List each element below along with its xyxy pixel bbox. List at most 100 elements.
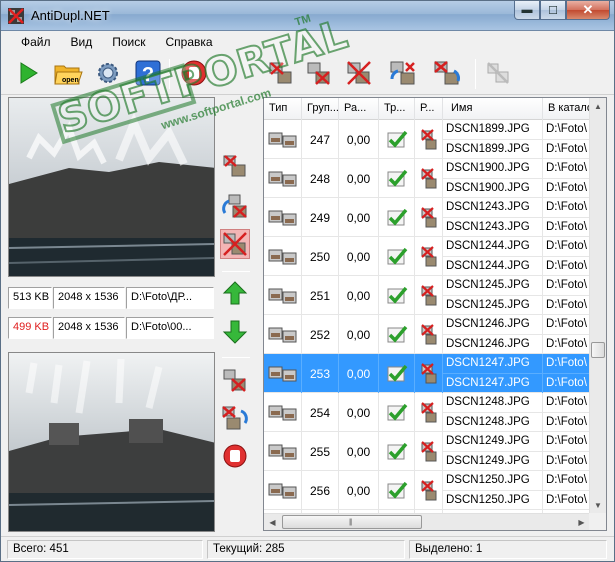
checkmark-icon	[387, 169, 407, 187]
scroll-up-icon[interactable]: ▲	[590, 98, 606, 115]
cell-directories: D:\Foto\ D:\Foto\	[543, 354, 594, 393]
image-pair-icon	[268, 288, 296, 303]
menu-view[interactable]: Вид	[63, 32, 105, 53]
title-bar[interactable]: AntiDupl.NET ▬ ☐ ✕	[1, 1, 614, 31]
menu-search[interactable]: Поиск	[104, 32, 157, 53]
first-file-directory: D:\Foto\	[543, 276, 593, 296]
scroll-down-icon[interactable]: ▼	[590, 497, 606, 514]
column-header-difference[interactable]: Ра...	[339, 98, 379, 120]
app-window: AntiDupl.NET ▬ ☐ ✕ Файл Вид Поиск Справк…	[0, 0, 615, 562]
scroll-right-icon[interactable]: ▶	[573, 514, 590, 530]
window-title: AntiDupl.NET	[31, 8, 110, 23]
vertical-scrollbar[interactable]: ▲ ▼	[589, 98, 606, 514]
cell-transform	[379, 237, 415, 276]
mistake-button[interactable]	[483, 58, 513, 88]
first-file-directory: D:\Foto\	[543, 354, 593, 374]
cell-hint	[415, 120, 443, 159]
help-icon: ?	[135, 60, 161, 86]
second-file-name: DSCN1900.JPG	[446, 181, 530, 194]
rename-second-button[interactable]	[432, 58, 462, 88]
cell-type	[264, 198, 302, 237]
second-image-size: 499 KB	[8, 317, 52, 339]
cell-type	[264, 159, 302, 198]
stop-button[interactable]	[179, 58, 209, 88]
column-header-group[interactable]: Груп...	[302, 98, 339, 120]
cell-hint	[415, 276, 443, 315]
cell-directories: D:\Foto\ D:\Foto\	[543, 471, 594, 510]
delete-second-button[interactable]	[304, 58, 334, 88]
rename-first-button[interactable]	[388, 58, 418, 88]
menu-file[interactable]: Файл	[13, 32, 63, 53]
mistake-action-button[interactable]	[220, 441, 250, 471]
cell-file-names: DSCN1247.JPG DSCN1247.JPG	[443, 354, 543, 393]
maximize-button[interactable]: ☐	[540, 1, 566, 20]
status-total: Всего: 451	[7, 540, 203, 559]
first-image-preview[interactable]	[8, 97, 215, 277]
cell-file-names: DSCN1249.JPG DSCN1249.JPG	[443, 432, 543, 471]
results-grid[interactable]: Тип Груп... Ра... Тр... Р... Имя В катал…	[263, 97, 607, 531]
delete-image-icon	[223, 369, 246, 392]
vertical-scroll-thumb[interactable]	[591, 342, 605, 358]
rename-swap-icon	[390, 61, 415, 85]
table-row[interactable]: 255 0,00 DSCN1249.JPG DSCN1249.JPG D:\Foto\ D…	[264, 432, 594, 471]
column-header-name[interactable]: Имя	[443, 98, 543, 120]
horizontal-scroll-thumb[interactable]: |||	[282, 515, 422, 529]
delete-both-action-button[interactable]	[220, 229, 250, 259]
delete-image-icon	[307, 62, 330, 85]
delete-both-button[interactable]	[344, 58, 374, 88]
table-row[interactable]: 248 0,00 DSCN1900.JPG DSCN1900.JPG D:\Foto\ D…	[264, 159, 594, 198]
rename-second-action-button[interactable]	[220, 403, 250, 433]
delete-hint-icon	[420, 128, 436, 149]
menu-help[interactable]: Справка	[158, 32, 225, 53]
first-file-directory: D:\Foto\	[543, 198, 593, 218]
table-row[interactable]: 253 0,00 DSCN1247.JPG DSCN1247.JPG D:\Foto\ D…	[264, 354, 594, 393]
delete-image-icon	[269, 62, 292, 84]
table-row[interactable]: 251 0,00 DSCN1245.JPG DSCN1245.JPG D:\Foto\ D…	[264, 276, 594, 315]
open-button[interactable]: open	[53, 58, 83, 88]
column-header-directory[interactable]: В катало	[543, 98, 594, 120]
status-bar: Всего: 451 Текущий: 285 Выделено: 1	[1, 536, 614, 561]
column-header-type[interactable]: Тип	[264, 98, 302, 120]
image-pair-icon	[268, 366, 296, 381]
start-search-button[interactable]	[13, 58, 43, 88]
delete-first-button[interactable]	[266, 58, 296, 88]
delete-hint-icon	[420, 401, 436, 422]
help-button[interactable]: ?	[133, 58, 163, 88]
table-row[interactable]: 256 0,00 DSCN1250.JPG DSCN1250.JPG D:\Foto\ D…	[264, 471, 594, 510]
options-button[interactable]	[93, 58, 123, 88]
second-file-directory: D:\Foto\	[546, 454, 587, 467]
cell-directories: D:\Foto\ D:\Foto\	[543, 432, 594, 471]
delete-second-action-button[interactable]	[220, 365, 250, 395]
cell-directories: D:\Foto\ D:\Foto\	[543, 198, 594, 237]
cell-type	[264, 471, 302, 510]
delete-hint-icon	[420, 323, 436, 344]
table-row[interactable]: 254 0,00 DSCN1248.JPG DSCN1248.JPG D:\Foto\ D…	[264, 393, 594, 432]
menu-bar: Файл Вид Поиск Справка	[1, 32, 614, 53]
horizontal-scrollbar[interactable]: ◀ ||| ▶	[264, 513, 590, 530]
close-button[interactable]: ✕	[566, 1, 610, 20]
second-file-directory: D:\Foto\	[546, 259, 587, 272]
table-row[interactable]: 250 0,00 DSCN1244.JPG DSCN1244.JPG D:\Foto\ D…	[264, 237, 594, 276]
image-pair-icon	[268, 327, 296, 342]
column-header-transform[interactable]: Тр...	[379, 98, 415, 120]
column-header-hint[interactable]: Р...	[415, 98, 443, 120]
scroll-left-icon[interactable]: ◀	[264, 514, 281, 530]
cell-difference: 0,00	[339, 276, 379, 315]
delete-first-action-button[interactable]	[220, 151, 250, 181]
checkmark-icon	[387, 286, 407, 304]
rename-action-button[interactable]	[220, 191, 250, 221]
table-row[interactable]: 252 0,00 DSCN1246.JPG DSCN1246.JPG D:\Foto\ D…	[264, 315, 594, 354]
cell-directories: D:\Foto\ D:\Foto\	[543, 276, 594, 315]
second-image-preview[interactable]	[8, 352, 215, 532]
cell-difference: 0,00	[339, 432, 379, 471]
previous-result-button[interactable]	[220, 278, 250, 308]
next-result-button[interactable]	[220, 317, 250, 347]
cell-transform	[379, 432, 415, 471]
cell-transform	[379, 159, 415, 198]
table-row[interactable]: 249 0,00 DSCN1243.JPG DSCN1243.JPG D:\Foto\ D…	[264, 198, 594, 237]
cell-hint	[415, 198, 443, 237]
cell-directories: D:\Foto\ D:\Foto\	[543, 315, 594, 354]
minimize-button[interactable]: ▬	[514, 1, 540, 20]
table-row[interactable]: 247 0,00 DSCN1899.JPG DSCN1899.JPG D:\Foto\ D…	[264, 120, 594, 159]
preview-panel: 513 KB 2048 x 1536 D:\Foto\ДР... 499 KB …	[8, 97, 215, 532]
